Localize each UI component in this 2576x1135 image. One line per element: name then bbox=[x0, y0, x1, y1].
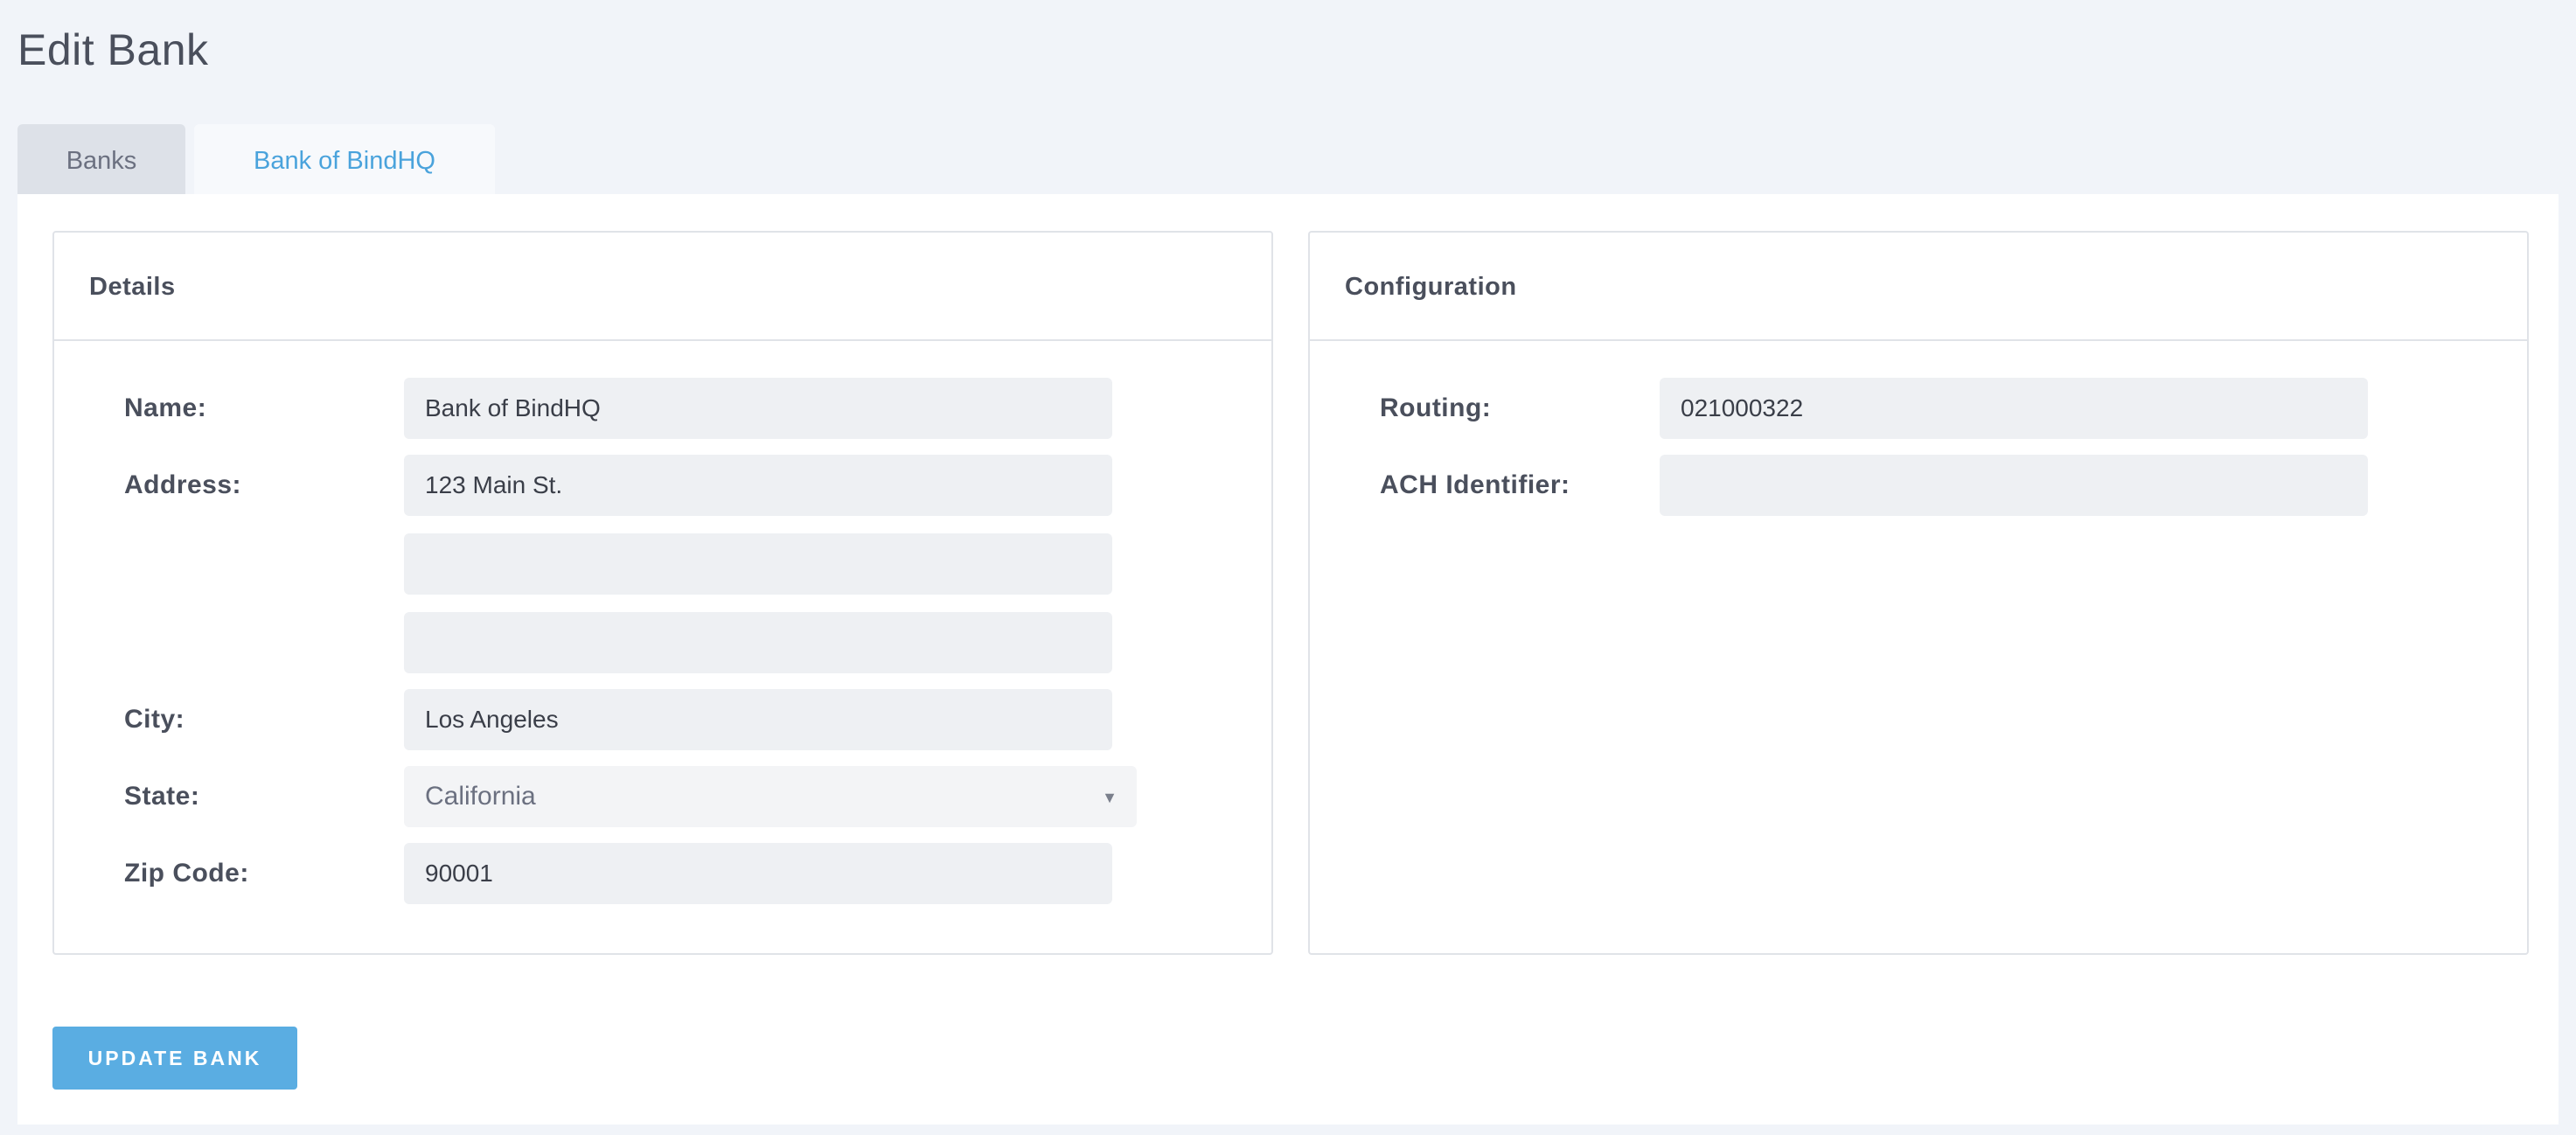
configuration-heading: Configuration bbox=[1310, 233, 2527, 341]
tab-banks[interactable]: Banks bbox=[17, 124, 185, 194]
update-bank-button[interactable]: UPDATE BANK bbox=[52, 1027, 297, 1090]
address-label: Address: bbox=[124, 470, 242, 499]
address-line3-input[interactable] bbox=[404, 612, 1112, 673]
tab-bank-of-bindhq[interactable]: Bank of BindHQ bbox=[194, 124, 495, 194]
page-title: Edit Bank bbox=[17, 25, 209, 74]
address-line2-input[interactable] bbox=[404, 533, 1112, 595]
tab-bar: Banks Bank of BindHQ bbox=[17, 124, 495, 194]
ach-identifier-input[interactable] bbox=[1660, 455, 2368, 516]
ach-identifier-label: ACH Identifier: bbox=[1380, 470, 1570, 499]
zip-code-label: Zip Code: bbox=[124, 859, 249, 888]
city-input[interactable] bbox=[404, 689, 1112, 750]
state-label: State: bbox=[124, 782, 200, 811]
details-heading: Details bbox=[54, 233, 1271, 341]
state-selected-value: California bbox=[425, 782, 536, 811]
configuration-card: Configuration Routing: ACH Identifier: bbox=[1308, 231, 2529, 955]
name-label: Name: bbox=[124, 393, 207, 422]
routing-label: Routing: bbox=[1380, 393, 1492, 422]
address-line1-input[interactable] bbox=[404, 455, 1112, 516]
name-input[interactable] bbox=[404, 378, 1112, 439]
routing-input[interactable] bbox=[1660, 378, 2368, 439]
main-panel: Details Name: Address: City: State: Cali… bbox=[17, 194, 2559, 1125]
city-label: City: bbox=[124, 705, 185, 734]
chevron-down-icon: ▼ bbox=[1102, 789, 1117, 806]
details-card: Details Name: Address: City: State: Cali… bbox=[52, 231, 1273, 955]
state-select[interactable]: California ▼ bbox=[404, 766, 1137, 827]
zip-code-input[interactable] bbox=[404, 843, 1112, 904]
